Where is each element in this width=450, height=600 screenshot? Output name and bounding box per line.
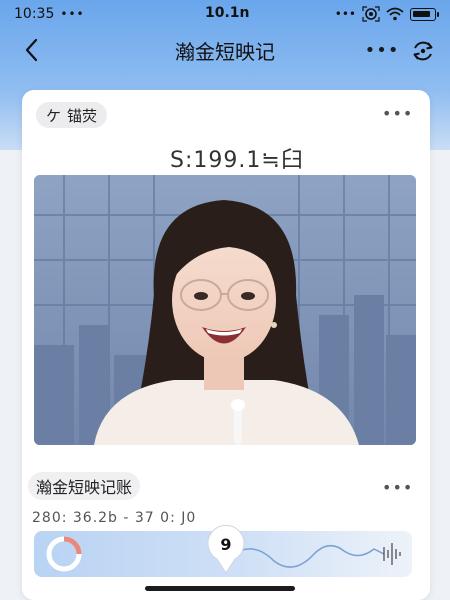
home-indicator[interactable] — [145, 586, 295, 591]
battery-icon — [410, 7, 439, 21]
refresh-icon — [413, 41, 433, 61]
tag-prefix: ケ — [46, 106, 62, 125]
focus-icon — [362, 6, 380, 22]
refresh-button[interactable] — [408, 36, 438, 66]
status-bar: 10:35 ••• 10.1n ••• — [0, 0, 450, 28]
progress-ring-icon — [46, 536, 82, 572]
more-dots-icon: ••• — [364, 39, 400, 61]
back-button[interactable] — [18, 36, 44, 64]
status-center-text: 10.1n — [205, 5, 250, 21]
dots-icon: ••• — [334, 7, 356, 21]
video-frame-image — [34, 175, 416, 445]
price-text: S:199.1≒⾅ — [170, 148, 304, 173]
playhead-number: 9 — [220, 535, 232, 554]
video-thumbnail[interactable] — [34, 175, 416, 445]
account-tag[interactable]: ケ 锚荧 — [36, 102, 108, 128]
section-more-button[interactable]: ••• — [382, 478, 413, 497]
post-card: ケ 锚荧 ••• S:199.1≒⾅ 瀚金短映记账 ••• 280: 36.2b… — [22, 90, 430, 600]
card-more-button[interactable]: ••• — [382, 104, 413, 123]
meta-text: 280: 36.2b - 37 0: J0 — [32, 510, 197, 526]
status-left: 10:35 ••• — [14, 6, 85, 22]
audio-player[interactable]: 9 — [34, 524, 412, 577]
playhead-marker[interactable]: 9 — [206, 523, 246, 575]
tag-label: 锚荧 — [67, 106, 98, 125]
signal-dots: ••• — [60, 7, 85, 21]
nav-bar: 瀚金短映记 ••• — [0, 30, 450, 70]
section-tag[interactable]: 瀚金短映记账 — [28, 472, 141, 500]
waveform-icon — [234, 543, 401, 568]
page-title: 瀚金短映记 — [175, 39, 275, 64]
chevron-left-icon — [25, 38, 38, 62]
section-label: 瀚金短映记账 — [36, 478, 133, 497]
status-right: ••• — [334, 6, 439, 22]
status-time: 10:35 — [14, 6, 55, 22]
wifi-icon — [386, 7, 404, 21]
more-button[interactable]: ••• — [365, 36, 399, 64]
